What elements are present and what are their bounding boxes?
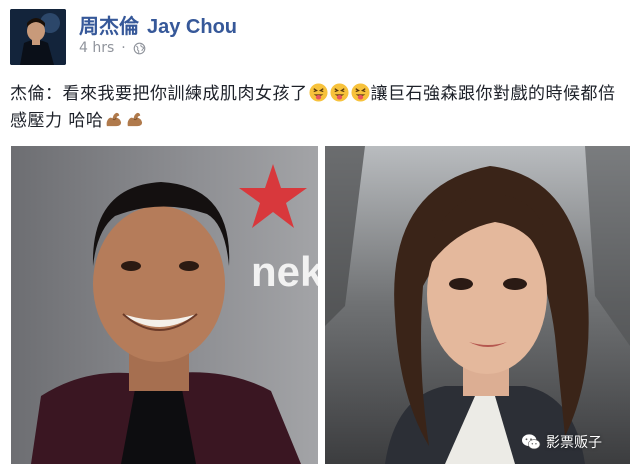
squinting-tongue-emoji — [350, 83, 370, 102]
author-name-en: Jay Chou — [147, 16, 238, 38]
watermark-text: 影票贩子 — [546, 435, 602, 451]
post-timestamp[interactable]: 4 hrs — [79, 40, 114, 56]
wechat-icon — [522, 434, 541, 450]
watermark: 影票贩子 — [521, 432, 602, 452]
flexed-biceps-emoji — [107, 112, 122, 127]
meta-separator: · — [121, 40, 126, 56]
woman-portrait-photo[interactable] — [325, 146, 630, 464]
post-text: 杰倫：看來我要把你訓練成肌肉女孩了 讓巨石強森跟你對戲的時候都倍感壓力 哈哈 — [10, 81, 626, 135]
svg-text:nek: nek — [251, 248, 318, 295]
globe-icon[interactable] — [133, 42, 146, 55]
profile-avatar[interactable] — [10, 9, 66, 65]
post-text-part1: 杰倫：看來我要把你訓練成肌肉女孩了 — [10, 84, 308, 104]
author-name-link[interactable]: 周杰倫 Jay Chou — [79, 10, 237, 39]
author-name-cn: 周杰倫 — [79, 14, 139, 38]
squinting-tongue-emoji — [329, 83, 349, 102]
post-meta: 4 hrs · — [79, 40, 146, 56]
man-smiling-photo[interactable]: nek — [11, 146, 318, 464]
flexed-biceps-emoji — [128, 112, 143, 127]
squinting-tongue-emoji — [308, 83, 328, 102]
